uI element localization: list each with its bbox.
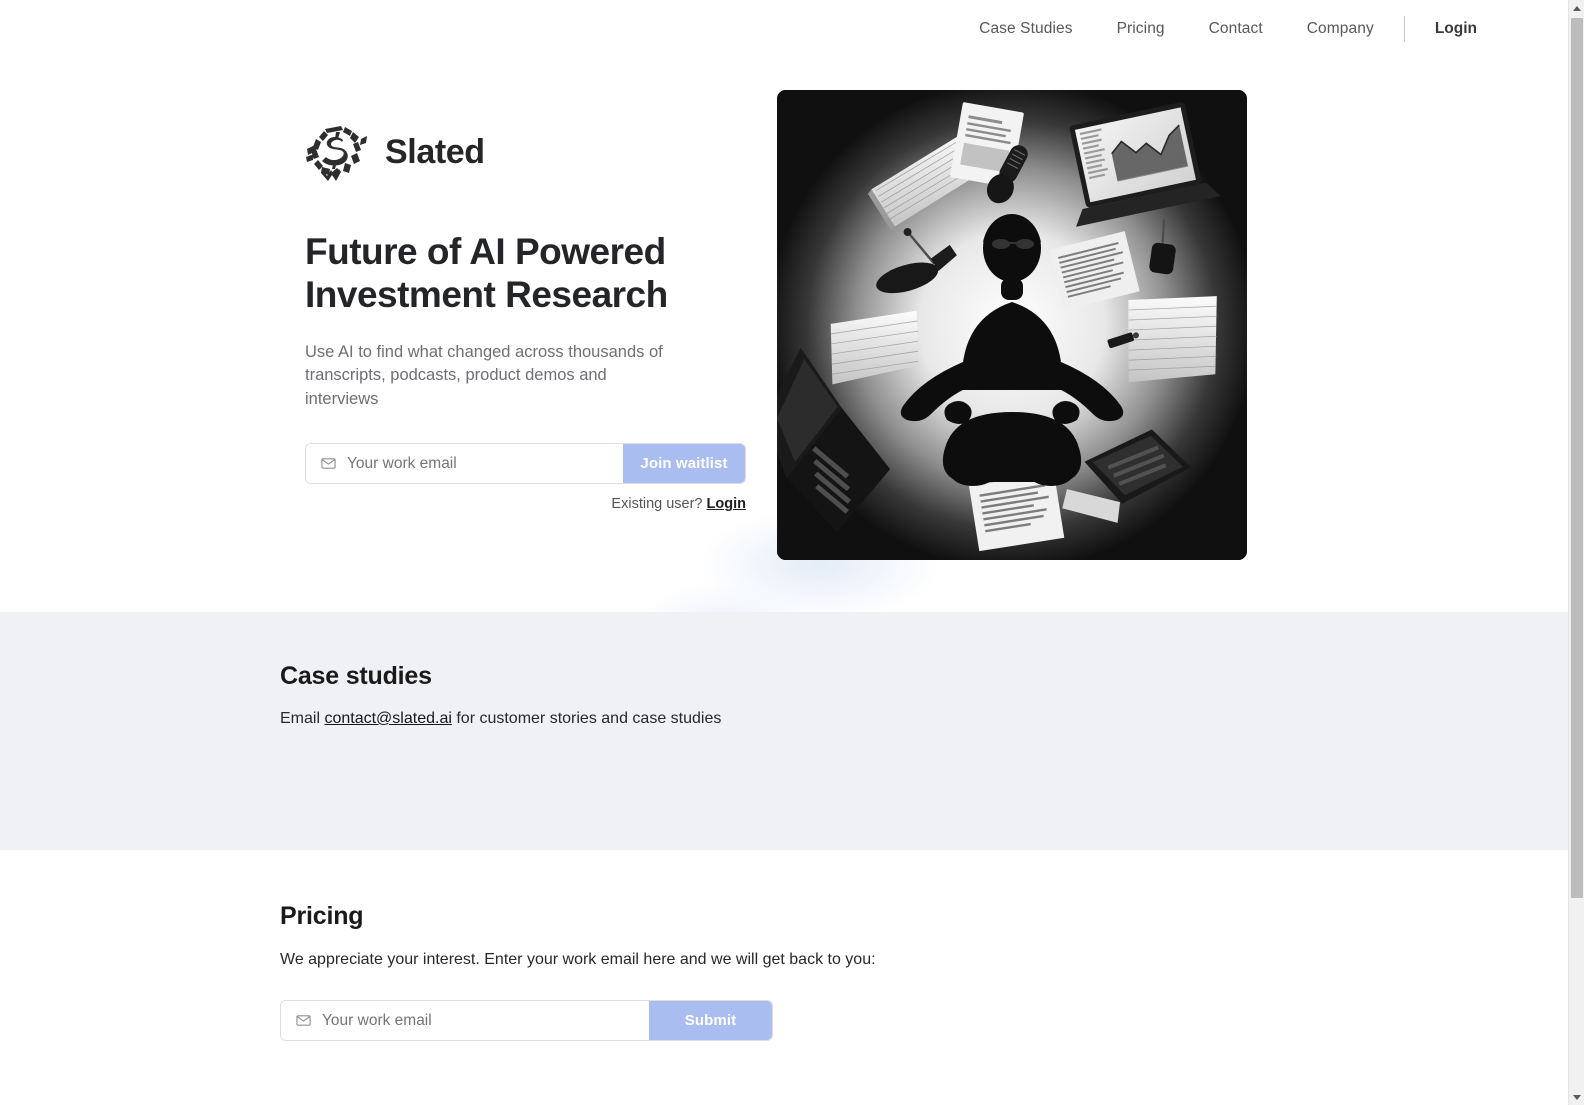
existing-user-label: Existing user? xyxy=(611,496,703,513)
waitlist-signup-form: Join waitlist xyxy=(305,443,746,485)
pricing-section: Pricing We appreciate your interest. Ent… xyxy=(0,850,1568,1105)
waitlist-email-field[interactable] xyxy=(306,444,623,484)
nav-item-company[interactable]: Company xyxy=(1285,20,1396,38)
scrollbar-thumb[interactable] xyxy=(1571,18,1583,898)
hero-section: Slated Future of AI Powered Investment R… xyxy=(0,58,1568,612)
pricing-email-field[interactable] xyxy=(281,1001,649,1040)
pricing-signup-form: Submit xyxy=(280,1000,773,1041)
case-studies-body: Email contact@slated.ai for customer sto… xyxy=(280,707,721,731)
pricing-content: Pricing We appreciate your interest. Ent… xyxy=(280,902,876,1041)
brand-name: Slated xyxy=(385,132,485,171)
existing-user-login-link[interactable]: Login xyxy=(707,496,746,512)
waitlist-email-input[interactable] xyxy=(347,454,608,473)
vertical-scrollbar[interactable] xyxy=(1568,0,1584,1105)
envelope-icon xyxy=(321,458,336,470)
nav-divider xyxy=(1403,16,1405,42)
nav-item-contact[interactable]: Contact xyxy=(1187,20,1285,38)
nav-item-case-studies[interactable]: Case Studies xyxy=(957,20,1094,38)
meditation-collage-illustration xyxy=(777,90,1247,560)
hero-content: Slated Future of AI Powered Investment R… xyxy=(305,120,755,512)
top-navigation: Case Studies Pricing Contact Company Log… xyxy=(0,0,1568,58)
case-studies-body-suffix: for customer stories and case studies xyxy=(456,710,722,727)
case-studies-title: Case studies xyxy=(280,662,432,690)
nav-item-pricing[interactable]: Pricing xyxy=(1095,20,1187,38)
pricing-body: We appreciate your interest. Enter your … xyxy=(280,951,876,968)
hero-image xyxy=(777,90,1247,560)
nav-login-button[interactable]: Login xyxy=(1413,20,1499,38)
join-waitlist-button[interactable]: Join waitlist xyxy=(623,444,745,484)
scroll-up-arrow-icon[interactable] xyxy=(1569,0,1584,16)
nav-links: Case Studies Pricing Contact Company Log… xyxy=(957,16,1499,42)
case-studies-content: Case studies Email contact@slated.ai for… xyxy=(280,662,721,731)
pricing-email-input[interactable] xyxy=(322,1011,634,1030)
case-studies-section: Case studies Email contact@slated.ai for… xyxy=(0,612,1568,850)
brand-lockup: Slated xyxy=(305,120,755,184)
envelope-icon xyxy=(296,1015,311,1026)
pricing-submit-button[interactable]: Submit xyxy=(649,1001,772,1040)
case-studies-body-prefix: Email xyxy=(280,710,321,727)
hero-subheadline: Use AI to find what changed across thous… xyxy=(305,342,663,409)
scroll-down-arrow-icon[interactable] xyxy=(1569,1089,1584,1105)
slated-logo-icon xyxy=(306,126,367,181)
existing-user-row: Existing user? Login xyxy=(305,496,746,512)
contact-email-link[interactable]: contact@slated.ai xyxy=(324,710,451,727)
hero-headline: Future of AI Powered Investment Research xyxy=(305,231,668,316)
page-viewport: Case Studies Pricing Contact Company Log… xyxy=(0,0,1568,1105)
pricing-title: Pricing xyxy=(280,902,364,930)
